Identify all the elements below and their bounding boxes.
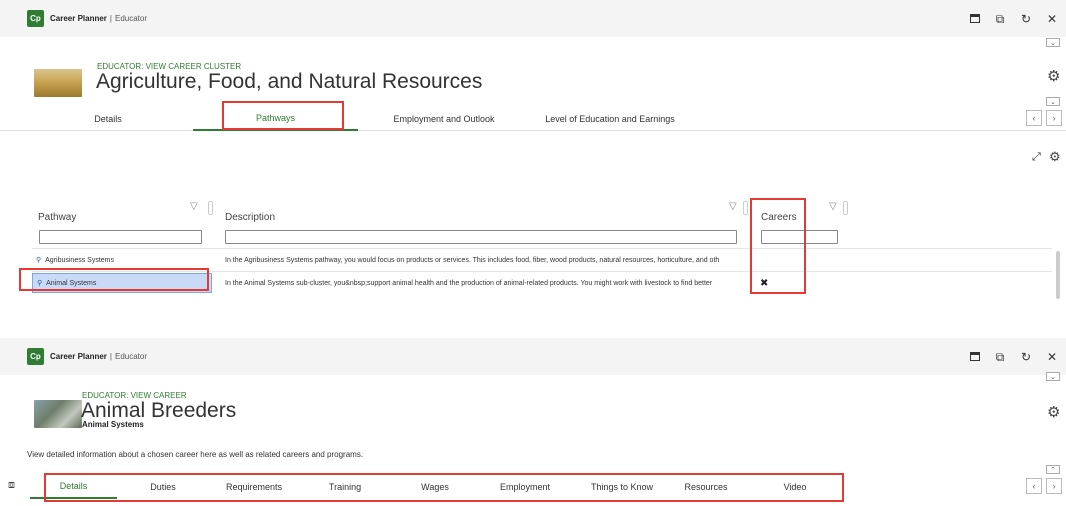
gear-icon[interactable]: ⚙ <box>1047 403 1060 421</box>
tab-employment[interactable]: Employment <box>484 475 566 499</box>
tab-details[interactable]: Details <box>30 475 117 499</box>
careers-filter-input[interactable] <box>761 230 838 244</box>
column-header-careers[interactable]: Careers ▽ <box>755 197 855 229</box>
search-icon: ⚲ <box>37 280 43 287</box>
column-title: Description <box>225 212 276 223</box>
collapse-chevron-icon[interactable]: ⌄ <box>1046 372 1060 381</box>
filter-icon[interactable]: ▽ <box>729 201 737 212</box>
career-tabbar: ⧈ Details Duties Requirements Training W… <box>0 475 1066 499</box>
tab-scroll-right-button[interactable]: › <box>1046 478 1062 494</box>
tab-details[interactable]: Details <box>32 107 184 131</box>
pathway-cell[interactable]: ⚲ Agribusiness Systems <box>36 250 212 270</box>
tab-scroll-right-button[interactable]: › <box>1046 110 1062 126</box>
table-row[interactable]: ⚲ Agribusiness Systems In the Agribusine… <box>32 250 1060 270</box>
collapse-chevron-icon[interactable]: ⌄ <box>1046 97 1060 106</box>
popout-icon[interactable]: ⧉ <box>994 13 1006 25</box>
description-cell: In the Animal Systems sub-cluster, you&n… <box>225 279 713 287</box>
tools-icon[interactable]: ✖ <box>760 273 776 293</box>
window-controls: ⧉ ↻ ✕ <box>970 338 1058 375</box>
filter-icon[interactable]: ▽ <box>190 201 198 212</box>
bottom-panel: Cp Career Planner | Educator ⧉ ↻ ✕ <box>0 338 1066 375</box>
page-subtitle: Animal Systems <box>82 420 144 429</box>
column-title: Pathway <box>38 212 77 223</box>
close-icon[interactable]: ✕ <box>1046 13 1058 25</box>
page-description: View detailed information about a chosen… <box>27 450 364 459</box>
pathway-name: Agribusiness Systems <box>45 256 114 264</box>
grid-divider <box>32 248 1052 249</box>
search-icon: ⚲ <box>36 257 42 264</box>
pathway-name: Animal Systems <box>46 279 97 287</box>
title-bar: Cp Career Planner | Educator ⧉ ↻ ✕ <box>0 0 1066 37</box>
tab-requirements[interactable]: Requirements <box>210 475 298 499</box>
table-row[interactable]: ⚲ Animal Systems In the Animal Systems s… <box>32 273 1060 293</box>
app-separator: | <box>109 14 112 23</box>
career-thumbnail <box>34 400 82 428</box>
tab-scroll-left-button[interactable]: ‹ <box>1026 478 1042 494</box>
tab-wages[interactable]: Wages <box>400 475 470 499</box>
app-name: Career Planner <box>50 14 107 23</box>
title-bar: Cp Career Planner | Educator ⧉ ↻ ✕ <box>0 338 1066 375</box>
tab-things-to-know[interactable]: Things to Know <box>576 475 668 499</box>
top-panel: Cp Career Planner | Educator ⧉ ↻ ✕ <box>0 0 1066 37</box>
popout-icon[interactable]: ⧉ <box>994 351 1006 363</box>
expand-icon[interactable]: ⤢ <box>1032 151 1041 164</box>
pathway-filter-input[interactable] <box>39 230 202 244</box>
app-logo: Cp <box>27 348 44 365</box>
tab-scroll-left-button[interactable]: ‹ <box>1026 110 1042 126</box>
app-role: Educator <box>115 14 148 23</box>
column-grip-icon[interactable] <box>843 201 848 215</box>
refresh-icon[interactable]: ↻ <box>1020 351 1032 363</box>
page-title: Agriculture, Food, and Natural Resources <box>96 70 483 93</box>
pathway-cell-selected[interactable]: ⚲ Animal Systems <box>32 273 212 293</box>
grid-settings-icon[interactable]: ⚙ <box>1049 149 1061 165</box>
tab-pathways[interactable]: Pathways <box>193 107 358 131</box>
tab-employment-outlook[interactable]: Employment and Outlook <box>364 107 524 131</box>
app-separator: | <box>109 352 112 361</box>
column-header-pathway[interactable]: Pathway ▽ <box>32 197 213 229</box>
close-icon[interactable]: ✕ <box>1046 351 1058 363</box>
filter-icon[interactable]: ▽ <box>829 201 837 212</box>
collapse-chevron-icon[interactable]: ⌄ <box>1046 38 1060 47</box>
cluster-tabbar: Details Pathways Employment and Outlook … <box>0 107 1066 131</box>
maximize-icon[interactable] <box>970 352 980 361</box>
tab-duties[interactable]: Duties <box>128 475 198 499</box>
refresh-icon[interactable]: ↻ <box>1020 13 1032 25</box>
description-filter-input[interactable] <box>225 230 737 244</box>
gear-icon[interactable]: ⚙ <box>1047 67 1060 85</box>
column-title: Careers <box>761 212 797 223</box>
app-name: Career Planner <box>50 352 107 361</box>
tab-video[interactable]: Video <box>770 475 820 499</box>
description-cell: In the Agribusiness Systems pathway, you… <box>225 256 720 264</box>
column-header-description[interactable]: Description ▽ <box>219 197 749 229</box>
cluster-thumbnail <box>34 69 82 97</box>
grid-divider <box>32 271 1052 272</box>
column-grip-icon[interactable] <box>743 201 748 215</box>
tab-education-earnings[interactable]: Level of Education and Earnings <box>530 107 690 131</box>
tab-resources[interactable]: Resources <box>676 475 736 499</box>
app-logo: Cp <box>27 10 44 27</box>
collapse-chevron-icon[interactable]: ⌃ <box>1046 465 1060 474</box>
app-role: Educator <box>115 352 148 361</box>
layers-icon[interactable]: ⧈ <box>8 479 15 492</box>
grid-scrollbar[interactable] <box>1056 251 1060 299</box>
window-controls: ⧉ ↻ ✕ <box>970 0 1058 37</box>
tab-training[interactable]: Training <box>310 475 380 499</box>
column-grip-icon[interactable] <box>208 201 213 215</box>
maximize-icon[interactable] <box>970 14 980 23</box>
